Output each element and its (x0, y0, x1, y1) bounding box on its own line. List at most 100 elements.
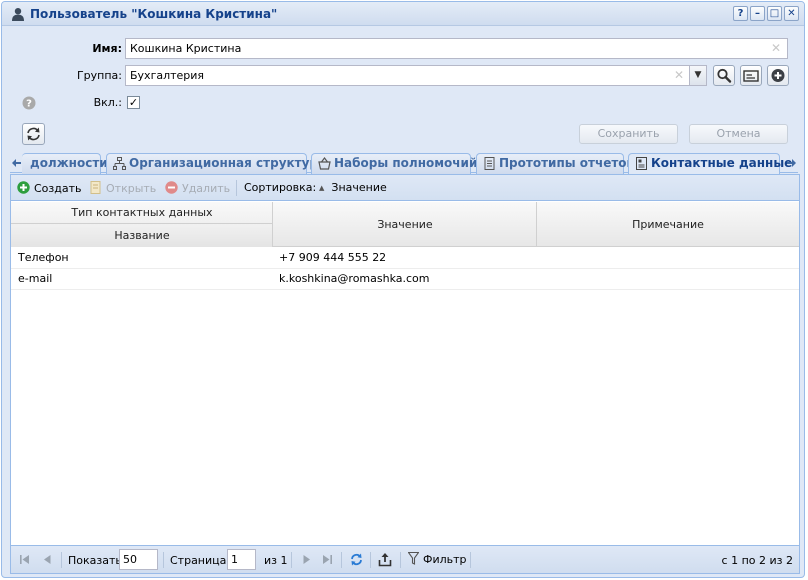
last-page-icon[interactable] (322, 554, 333, 565)
toolbar-separator (236, 180, 237, 196)
pager-separator (470, 552, 471, 568)
add-group-button[interactable] (767, 65, 789, 86)
refresh-button[interactable] (22, 123, 45, 145)
grid-toolbar: Создать Открыть Удалить Сортировка: ▲ Зна… (11, 175, 799, 201)
basket-icon (318, 157, 331, 170)
clear-icon[interactable]: ✕ (674, 66, 684, 85)
paging-summary: с 1 по 2 из 2 (721, 554, 793, 567)
enabled-checkbox[interactable]: ✓ (127, 96, 140, 109)
title-bar[interactable]: Пользователь "Кошкина Кристина" ? – □ ✕ (2, 2, 804, 26)
group-value: Бухгалтерия (130, 69, 205, 82)
cell-value: k.koshkina@romashka.com (279, 272, 430, 285)
name-field[interactable]: Кошкина Кристина ✕ (125, 38, 788, 59)
open-group-button[interactable] (740, 65, 762, 86)
minus-circle-icon (165, 181, 178, 194)
name-label: Имя: (92, 42, 122, 55)
maximize-button[interactable]: □ (767, 6, 782, 21)
tab-report-prototypes[interactable]: Прототипы отчетов (476, 153, 634, 174)
header-name-cell[interactable]: Название (11, 224, 273, 247)
header-name-label: Название (114, 229, 170, 242)
minimize-button[interactable]: – (750, 6, 765, 21)
next-page-icon[interactable] (301, 554, 312, 565)
name-value: Кошкина Кристина (130, 42, 242, 55)
user-icon (12, 8, 24, 21)
tab-label: Контактные данные (651, 156, 793, 170)
tab-label: должности (30, 156, 108, 170)
pager-separator (341, 552, 342, 568)
help-icon[interactable]: ? (22, 96, 36, 110)
tab-label: Организационная структура (129, 156, 327, 170)
user-form: Имя: Кошкина Кристина ✕ Группа: Бухгалте… (10, 28, 798, 148)
chevron-down-icon[interactable]: ▼ (689, 66, 706, 85)
create-button[interactable]: Создать (17, 181, 82, 196)
header-value-cell[interactable]: Значение (273, 202, 537, 247)
reload-icon[interactable] (349, 552, 364, 567)
tab-positions[interactable]: должности (22, 153, 108, 174)
pager-separator (370, 552, 371, 568)
delete-button[interactable]: Удалить (165, 181, 230, 196)
group-combobox[interactable]: Бухгалтерия ✕ ▼ (125, 65, 707, 86)
sort-asc-icon: ▲ (319, 184, 325, 192)
header-note-label: Примечание (632, 218, 704, 231)
open-label: Открыть (106, 182, 157, 195)
document-icon (90, 181, 101, 194)
org-structure-icon (113, 157, 126, 170)
search-button[interactable] (713, 65, 735, 86)
pager-separator (291, 552, 292, 568)
previous-page-icon[interactable] (42, 554, 53, 565)
header-group-label: Тип контактных данных (71, 206, 213, 219)
scroll-right-icon[interactable] (786, 158, 796, 168)
filter-button[interactable]: Фильтр (407, 551, 467, 566)
contact-card-icon (636, 157, 647, 170)
help-button[interactable]: ? (733, 6, 748, 21)
cancel-button[interactable]: Отмена (689, 124, 788, 144)
cell-name: e-mail (18, 272, 53, 285)
scroll-left-icon[interactable] (12, 158, 22, 168)
create-label: Создать (34, 182, 82, 195)
filter-label: Фильтр (423, 553, 467, 566)
folder-card-icon (743, 70, 759, 82)
header-group-cell: Тип контактных данных (11, 202, 273, 224)
pager-separator (61, 552, 62, 568)
enabled-label: Вкл.: (93, 96, 122, 109)
contacts-panel: Создать Открыть Удалить Сортировка: ▲ Зна… (10, 174, 800, 574)
grid-header: Тип контактных данных Название Значение … (11, 202, 799, 247)
table-row[interactable]: Телефон +7 909 444 555 22 (11, 248, 799, 269)
header-note-cell[interactable]: Примечание (537, 202, 799, 247)
save-button[interactable]: Сохранить (579, 124, 678, 144)
delete-label: Удалить (182, 182, 231, 195)
svg-text:?: ? (26, 99, 32, 110)
page-size-input[interactable]: 50 (119, 549, 158, 570)
tab-permission-sets[interactable]: Наборы полномочий (311, 153, 477, 174)
first-page-icon[interactable] (19, 554, 30, 565)
close-button[interactable]: ✕ (784, 6, 799, 21)
search-icon (717, 68, 732, 83)
export-icon[interactable] (378, 552, 392, 567)
cell-name: Телефон (18, 251, 69, 264)
tab-org-structure[interactable]: Организационная структура (106, 153, 326, 174)
page-count: из 1 (264, 554, 288, 567)
tab-label: Наборы полномочий (334, 156, 478, 170)
page-number-input[interactable]: 1 (227, 549, 256, 570)
sort-label: Сортировка: (244, 181, 317, 194)
header-value-label: Значение (377, 218, 433, 231)
pager-separator (400, 552, 401, 568)
plus-circle-icon (17, 181, 30, 194)
group-label: Группа: (76, 69, 122, 82)
tab-contact-data[interactable]: Контактные данные (628, 153, 792, 175)
tab-label: Прототипы отчетов (499, 156, 635, 170)
user-window: Пользователь "Кошкина Кристина" ? – □ ✕ … (1, 1, 805, 578)
open-button[interactable]: Открыть (89, 181, 156, 196)
sort-value-button[interactable]: ▲ Значение (319, 181, 387, 195)
paging-toolbar: Показать 50 Страница 1 из 1 Фильтр с 1 п… (11, 545, 799, 573)
sort-value-label: Значение (331, 181, 387, 194)
clear-icon[interactable]: ✕ (771, 39, 781, 58)
tab-strip: должности Организационная структура Набо… (10, 151, 798, 175)
refresh-icon (27, 127, 40, 141)
plus-circle-icon (771, 69, 785, 82)
table-row[interactable]: e-mail k.koshkina@romashka.com (11, 269, 799, 290)
cell-value: +7 909 444 555 22 (279, 251, 387, 264)
filter-icon (407, 551, 420, 565)
window-title: Пользователь "Кошкина Кристина" (30, 7, 278, 21)
page-size-label: Показать (68, 554, 122, 567)
